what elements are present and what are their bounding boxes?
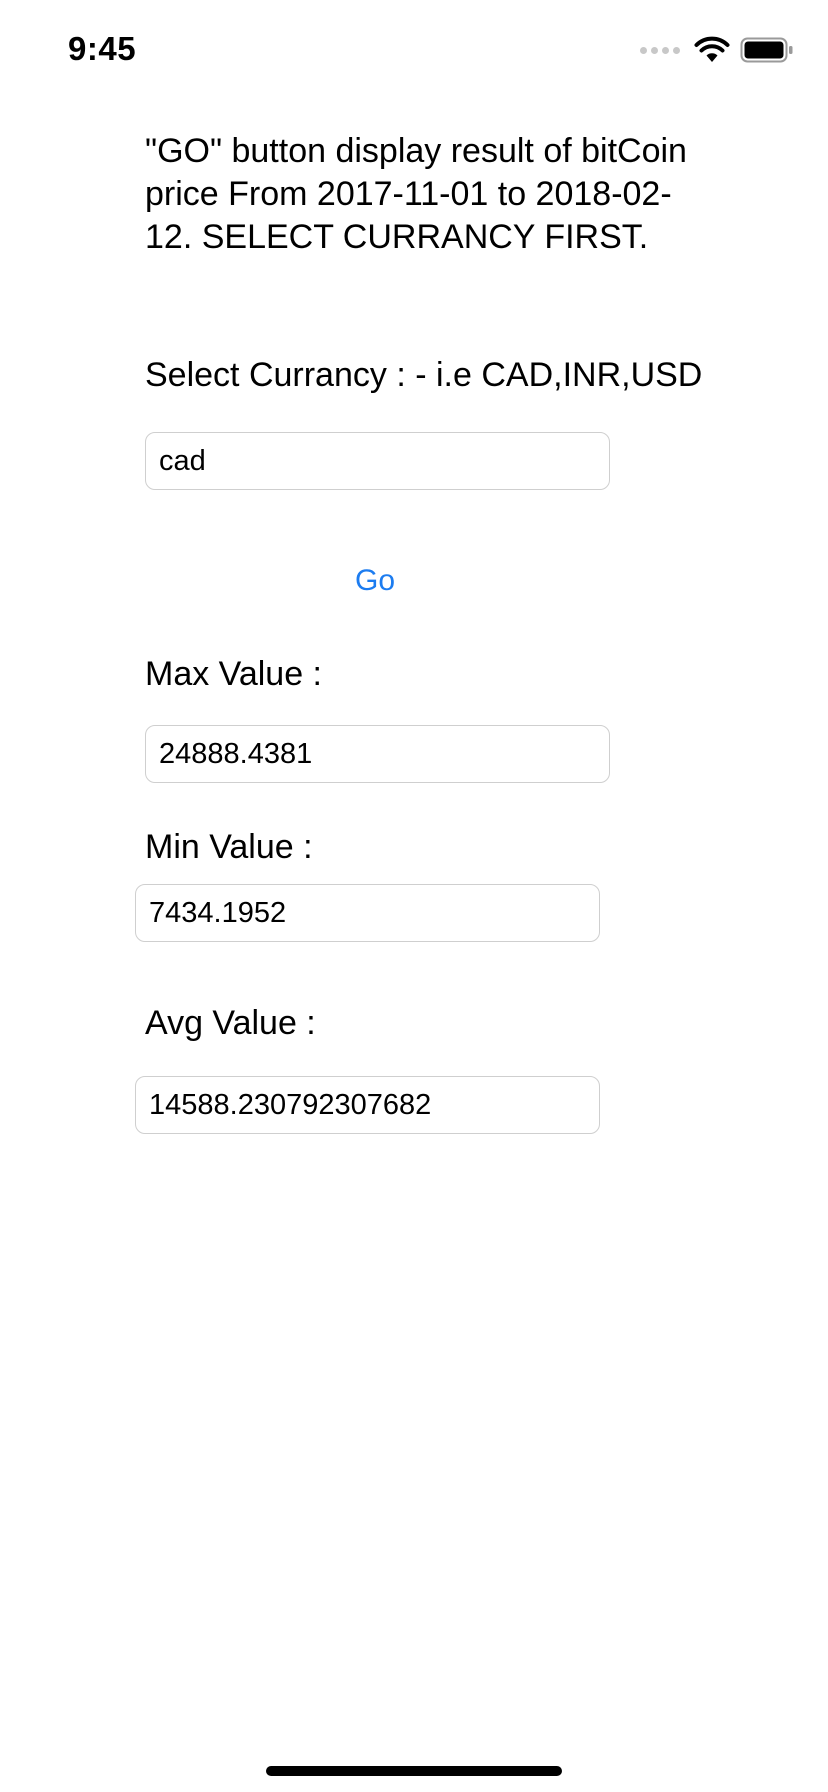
go-button[interactable]: Go <box>300 556 450 606</box>
wifi-icon <box>694 36 730 62</box>
min-value-field[interactable] <box>135 884 600 942</box>
max-value-label: Max Value : <box>145 655 323 693</box>
currency-input[interactable] <box>145 432 610 490</box>
battery-icon <box>740 37 793 63</box>
currency-label: Select Currancy : - i.e CAD,INR,USD <box>145 356 703 394</box>
avg-value-label: Avg Value : <box>145 1004 316 1042</box>
home-indicator[interactable] <box>266 1766 562 1776</box>
status-icons <box>640 34 794 66</box>
status-time: 9:45 <box>68 30 137 67</box>
instructions-text: "GO" button display result of bitCoin pr… <box>145 132 687 256</box>
max-value-field[interactable] <box>145 725 610 783</box>
min-value-label: Min Value : <box>145 828 313 866</box>
avg-value-field[interactable] <box>135 1076 600 1134</box>
cellular-signal-icon <box>640 46 680 54</box>
